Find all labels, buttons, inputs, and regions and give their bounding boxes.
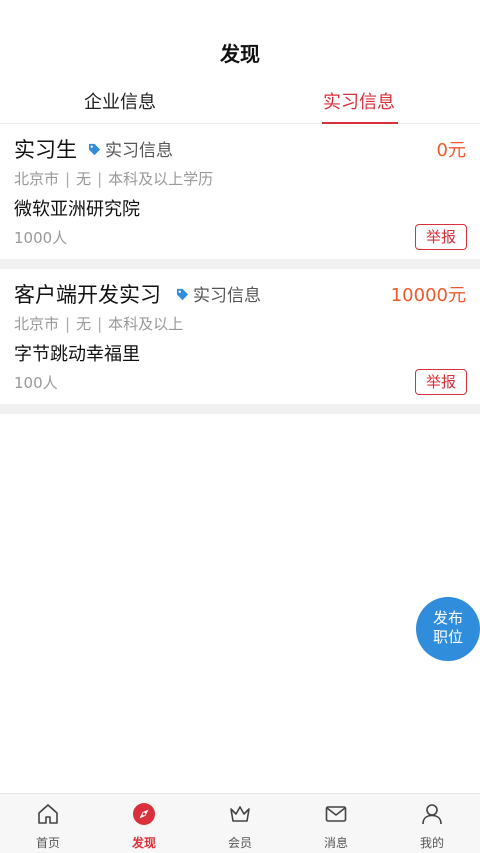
job-meta: 北京市 | 无 | 本科及以上学历 xyxy=(14,169,213,189)
job-salary: 10000元 xyxy=(390,285,466,306)
meta-separator: | xyxy=(65,170,71,188)
tab-internship-info[interactable]: 实习信息 xyxy=(300,86,418,124)
page-title: 发现 xyxy=(220,42,260,66)
mail-icon xyxy=(325,806,347,822)
report-button[interactable]: 举报 xyxy=(415,369,467,395)
job-tag: 实习信息 xyxy=(176,284,261,308)
job-city: 北京市 xyxy=(14,170,60,188)
card-divider xyxy=(0,404,480,414)
meta-separator: | xyxy=(65,315,71,333)
tag-icon xyxy=(88,143,101,156)
job-list: 实习生 实习信息 0元 北京市 | 无 | 本科及以上学历 微软亚洲研究院 1000人 … xyxy=(0,124,480,414)
post-job-label-line2: 职位 xyxy=(432,628,463,646)
company-name: 字节跳动幸福里 xyxy=(14,344,140,365)
job-experience: 无 xyxy=(76,315,92,333)
tab-company-info[interactable]: 企业信息 xyxy=(60,86,180,124)
job-meta: 北京市 | 无 | 本科及以上 xyxy=(14,314,183,334)
nav-item-home[interactable]: 首页 xyxy=(0,794,96,853)
home-icon xyxy=(38,804,58,824)
post-job-button[interactable]: 发布 职位 xyxy=(416,597,480,661)
nav-item-messages[interactable]: 消息 xyxy=(288,794,384,853)
nav-label-profile: 我的 xyxy=(419,836,444,850)
meta-separator: | xyxy=(97,170,103,188)
company-name: 微软亚洲研究院 xyxy=(14,199,140,220)
tag-icon xyxy=(176,288,189,301)
company-size: 100人 xyxy=(14,374,58,392)
company-size: 1000人 xyxy=(14,229,68,247)
job-tag: 实习信息 xyxy=(88,139,173,163)
post-job-label-line1: 发布 xyxy=(432,609,463,627)
nav-item-profile[interactable]: 我的 xyxy=(384,794,480,853)
crown-icon xyxy=(230,806,250,822)
job-experience: 无 xyxy=(76,170,92,188)
job-tag-label: 实习信息 xyxy=(193,286,261,306)
user-icon xyxy=(422,804,442,825)
card-divider xyxy=(0,259,480,269)
job-tag-label: 实习信息 xyxy=(105,141,173,161)
nav-label-membership: 会员 xyxy=(227,836,252,850)
job-education: 本科及以上 xyxy=(108,315,184,333)
job-education: 本科及以上学历 xyxy=(108,170,214,188)
nav-item-membership[interactable]: 会员 xyxy=(192,794,288,853)
job-title: 实习生 xyxy=(14,138,77,162)
meta-separator: | xyxy=(97,315,103,333)
bottom-navigation: 首页 发现 会员 消息 我的 xyxy=(0,793,480,853)
tab-internship-label: 实习信息 xyxy=(323,92,395,113)
nav-item-discover[interactable]: 发现 xyxy=(96,794,192,853)
nav-label-discover: 发现 xyxy=(131,836,156,850)
tab-bar: 企业信息 实习信息 xyxy=(0,86,480,124)
job-card[interactable]: 实习生 实习信息 0元 北京市 | 无 | 本科及以上学历 微软亚洲研究院 1000人 … xyxy=(0,124,480,259)
job-city: 北京市 xyxy=(14,315,60,333)
top-header: 发现 xyxy=(0,0,480,80)
job-title: 客户端开发实习 xyxy=(14,283,161,307)
compass-icon xyxy=(133,803,155,825)
job-card[interactable]: 客户端开发实习 实习信息 10000元 北京市 | 无 | 本科及以上 字节跳动幸福里 … xyxy=(0,269,480,404)
job-salary: 0元 xyxy=(436,140,466,161)
report-button[interactable]: 举报 xyxy=(415,224,467,250)
nav-label-messages: 消息 xyxy=(323,836,348,850)
nav-label-home: 首页 xyxy=(35,836,60,850)
